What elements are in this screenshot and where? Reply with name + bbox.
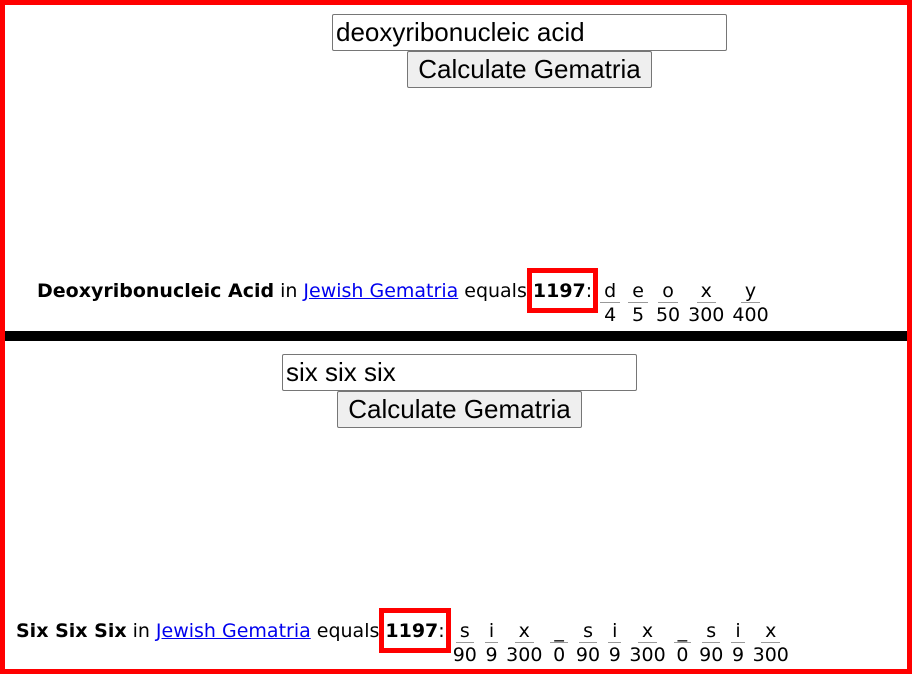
letter-char: x: [637, 620, 658, 643]
total-highlight: 1197:: [526, 268, 599, 313]
total-value: 1197: [385, 620, 439, 642]
letter-char: x: [696, 280, 716, 303]
gematria-panel-top: Calculate Gematria Deoxyribonucleic Acid…: [5, 5, 907, 331]
letter-cell: o 50: [656, 280, 680, 327]
letter-cell: x 300: [506, 620, 542, 667]
letter-cell: x 300: [688, 280, 724, 327]
calculate-gematria-button[interactable]: Calculate Gematria: [337, 391, 582, 428]
letter-char: x: [761, 620, 781, 643]
jewish-gematria-link[interactable]: Jewish Gematria: [156, 620, 311, 642]
letter-value: 9: [608, 644, 621, 666]
letter-cell: _ 0: [673, 620, 692, 667]
result-line: Six Six Six in Jewish Gematria equals 11…: [16, 608, 797, 667]
letter-value: 300: [629, 644, 666, 666]
letter-cell: i9: [484, 620, 499, 667]
letter-cell: s 90: [453, 620, 477, 667]
letter-value: 90: [575, 644, 601, 666]
in-text: in: [132, 620, 150, 642]
letter-value: 400: [732, 304, 769, 326]
total-value: 1197: [532, 280, 586, 302]
letter-value: 9: [731, 644, 745, 666]
gematria-panel-bottom: Calculate Gematria Six Six Six in Jewish…: [5, 341, 907, 669]
letter-value: 0: [676, 644, 689, 666]
letter-char: s: [579, 620, 597, 643]
letter-cell: i9: [608, 620, 622, 667]
in-text: in: [280, 280, 298, 302]
phrase-input[interactable]: [282, 354, 637, 391]
letter-cell: i9: [731, 620, 745, 667]
letter-char: i: [608, 620, 622, 643]
letter-breakdown: d 4 e 5 o 50 x 300 y 400: [600, 280, 776, 327]
letter-cell: d4: [600, 280, 621, 327]
letter-cell: y 400: [732, 280, 768, 327]
result-line: Deoxyribonucleic Acid in Jewish Gematria…: [37, 268, 777, 327]
letter-char: _: [550, 620, 568, 643]
letter-cell: x 300: [753, 620, 789, 667]
panel-divider: [5, 331, 907, 341]
colon: :: [585, 280, 593, 302]
letter-value: 90: [699, 644, 724, 666]
letter-value: 50: [655, 304, 681, 326]
letter-char: _: [673, 620, 692, 643]
letter-char: x: [514, 620, 534, 643]
letter-value: 0: [553, 644, 566, 666]
letter-cell: e5: [628, 280, 648, 327]
letter-value: 300: [752, 644, 789, 666]
total-highlight: 1197:: [379, 608, 451, 653]
result-phrase: Deoxyribonucleic Acid: [37, 280, 275, 302]
letter-cell: s 90: [699, 620, 723, 667]
letter-char: i: [484, 620, 499, 643]
jewish-gematria-link[interactable]: Jewish Gematria: [303, 280, 458, 302]
letter-breakdown: s 90 i 9 x 300 _ 0 s 90 i 9 x 300 _ 0 s 90 i 9 x 300: [453, 620, 797, 667]
letter-value: 5: [632, 304, 645, 326]
letter-value: 300: [506, 644, 543, 666]
equals-text: equals: [316, 620, 380, 642]
letter-value: 9: [485, 644, 498, 666]
letter-char: d: [600, 280, 621, 303]
letter-char: s: [455, 620, 474, 643]
letter-cell: s 90: [576, 620, 600, 667]
letter-char: e: [628, 280, 648, 303]
letter-cell: x 300: [629, 620, 665, 667]
calculate-gematria-button[interactable]: Calculate Gematria: [407, 51, 652, 88]
letter-value: 4: [604, 304, 617, 326]
letter-value: 90: [452, 644, 477, 666]
letter-char: y: [740, 280, 761, 303]
letter-char: s: [702, 620, 721, 643]
letter-char: i: [731, 620, 745, 643]
result-phrase: Six Six Six: [16, 620, 127, 642]
letter-value: 300: [688, 304, 725, 326]
letter-char: o: [658, 280, 678, 303]
letter-cell: _ 0: [550, 620, 568, 667]
phrase-input[interactable]: [332, 14, 727, 51]
equals-text: equals: [464, 280, 527, 302]
colon: :: [438, 620, 445, 642]
